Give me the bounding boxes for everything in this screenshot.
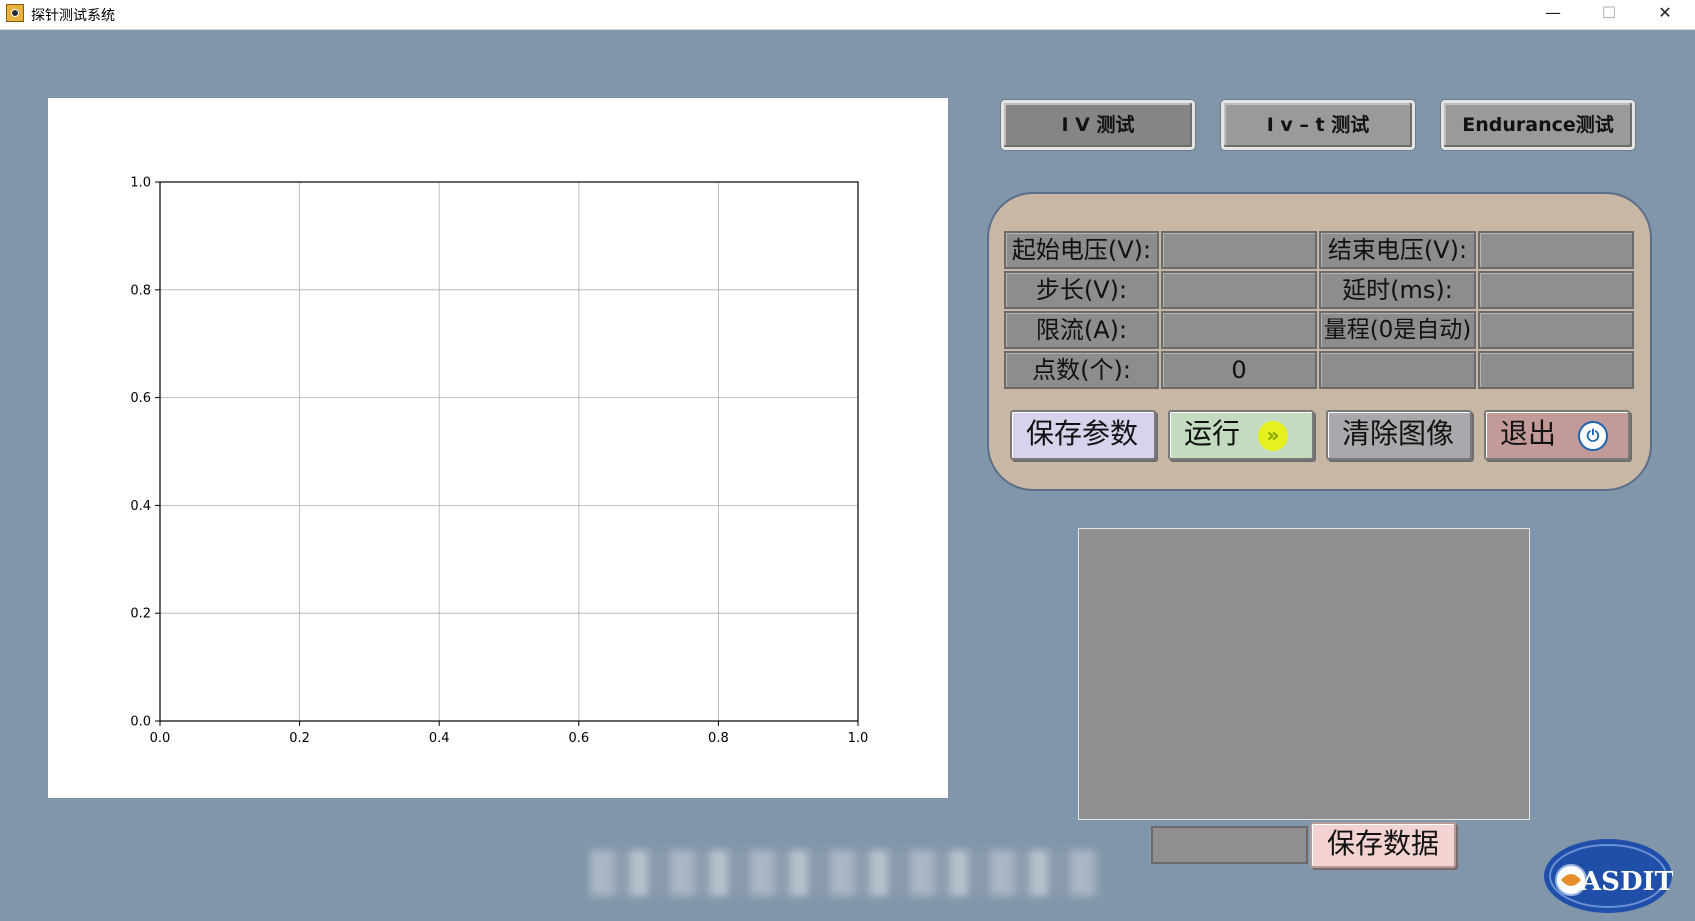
delay-label: 延时(ms): [1319, 271, 1476, 309]
y-tick-label: 1.0 [130, 176, 151, 191]
delay-input[interactable] [1478, 271, 1634, 309]
save-data-button[interactable]: 保存数据 [1310, 822, 1456, 868]
title-bar: 探针测试系统 — ☐ ✕ [0, 0, 1695, 30]
y-tick-label: 0.8 [130, 283, 151, 298]
start-voltage-input[interactable] [1161, 231, 1317, 269]
minimize-button[interactable]: — [1524, 0, 1582, 28]
tab-endurance-test[interactable]: Endurance测试 [1441, 100, 1635, 150]
end-voltage-input[interactable] [1478, 231, 1634, 269]
points-label: 点数(个): [1004, 351, 1159, 389]
empty-cell [1319, 351, 1476, 389]
tab-iv-test[interactable]: I V 测试 [1001, 100, 1195, 150]
clear-plot-label: 清除图像 [1342, 417, 1455, 450]
y-tick-label: 0.2 [130, 607, 151, 622]
blurred-region [590, 850, 1100, 896]
save-params-label: 保存参数 [1026, 417, 1139, 450]
y-tick-label: 0.4 [130, 499, 151, 514]
filename-input[interactable] [1151, 826, 1308, 864]
exit-button[interactable]: 退出 ⏻ [1484, 410, 1630, 460]
current-limit-input[interactable] [1161, 311, 1317, 349]
y-tick-label: 0.0 [130, 715, 151, 730]
window-title: 探针测试系统 [31, 8, 115, 24]
x-tick-label: 0.0 [150, 731, 171, 746]
plot-panel: 0.0 0.2 0.4 0.6 0.8 1.0 0.0 0.2 0.4 0.6 0.8 1.0 [48, 98, 948, 798]
x-tick-label: 0.8 [708, 731, 729, 746]
app-icon [6, 4, 24, 22]
iv-chart: 0.0 0.2 0.4 0.6 0.8 1.0 0.0 0.2 0.4 0.6 0.8 1.0 [130, 176, 869, 747]
plot-frame [159, 181, 859, 722]
fast-forward-icon: » [1258, 421, 1288, 451]
run-label: 运行 [1184, 417, 1241, 450]
run-button[interactable]: 运行 » [1168, 410, 1314, 460]
tab-ivt-test[interactable]: I v – t 测试 [1221, 100, 1415, 150]
logo-text: ASDIT [1580, 867, 1673, 897]
y-tick-label: 0.6 [130, 391, 151, 406]
output-display [1078, 528, 1530, 820]
close-button[interactable]: ✕ [1636, 0, 1694, 28]
x-tick-label: 0.2 [289, 731, 310, 746]
maximize-button[interactable]: ☐ [1580, 0, 1638, 28]
empty-cell [1478, 351, 1634, 389]
x-tick-label: 0.4 [429, 731, 450, 746]
x-tick-label: 1.0 [848, 731, 869, 746]
current-limit-label: 限流(A): [1004, 311, 1159, 349]
power-icon: ⏻ [1578, 421, 1608, 451]
end-voltage-label: 结束电压(V): [1319, 231, 1476, 269]
asdit-logo: ASDIT [1544, 839, 1673, 913]
x-tick-label: 0.6 [568, 731, 589, 746]
save-params-button[interactable]: 保存参数 [1010, 410, 1156, 460]
points-value: 0 [1161, 351, 1317, 389]
step-label: 步长(V): [1004, 271, 1159, 309]
range-input[interactable] [1478, 311, 1634, 349]
step-input[interactable] [1161, 271, 1317, 309]
start-voltage-label: 起始电压(V): [1004, 231, 1159, 269]
range-label: 量程(0是自动) [1319, 311, 1476, 349]
exit-label: 退出 [1500, 417, 1557, 450]
clear-plot-button[interactable]: 清除图像 [1326, 410, 1472, 460]
